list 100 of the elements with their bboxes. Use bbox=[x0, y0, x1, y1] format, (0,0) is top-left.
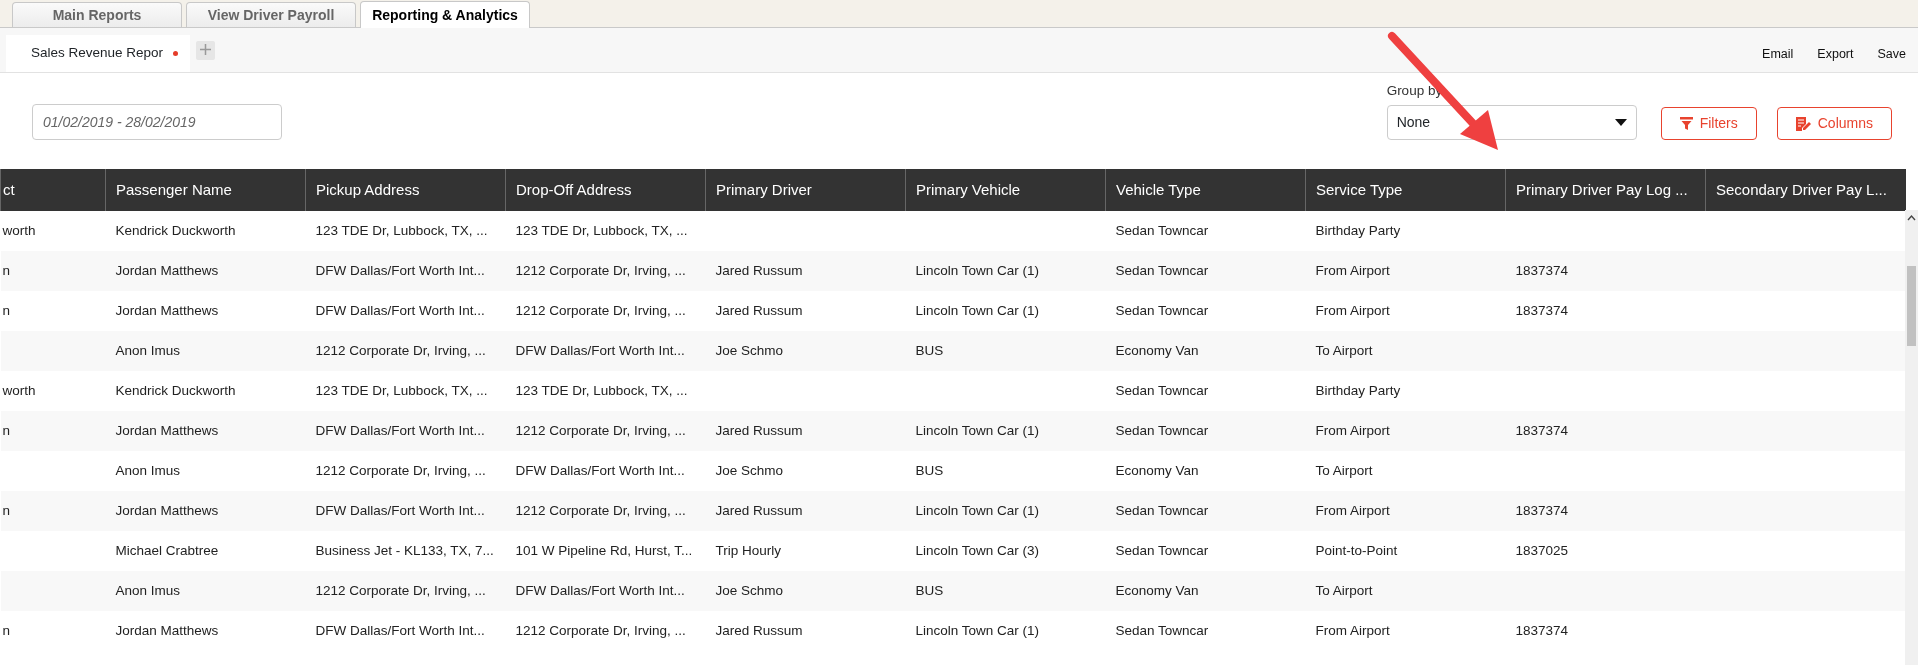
table-cell: DFW Dallas/Fort Worth Int... bbox=[315, 302, 485, 318]
table-cell: Lincoln Town Car (1) bbox=[915, 422, 1040, 438]
tab[interactable]: Reporting & Analytics bbox=[360, 1, 530, 28]
tab[interactable]: Main Reports bbox=[12, 2, 182, 27]
table-cell: Business Jet - KL133, TX, 7... bbox=[315, 542, 494, 558]
column-header[interactable]: Primary Driver bbox=[705, 169, 906, 211]
tab[interactable]: View Driver Payroll bbox=[186, 2, 356, 27]
caret-icon bbox=[1614, 119, 1627, 126]
table-cell: Jared Russum bbox=[715, 422, 803, 438]
column-header[interactable]: Primary Vehicle bbox=[905, 169, 1106, 211]
table-cell: n bbox=[2, 262, 10, 278]
table-cell: Lincoln Town Car (1) bbox=[915, 262, 1040, 278]
table-cell: Kendrick Duckworth bbox=[115, 382, 236, 398]
table-cell: 1837374 bbox=[1515, 622, 1569, 638]
edit-columns-icon bbox=[1795, 116, 1811, 131]
table-cell: Jordan Matthews bbox=[115, 302, 219, 318]
column-header[interactable]: Pickup Address bbox=[305, 169, 506, 211]
table-cell: 1837374 bbox=[1515, 422, 1569, 438]
filters-button[interactable]: Filters bbox=[1660, 107, 1757, 140]
column-header[interactable]: ct bbox=[0, 169, 106, 211]
table-cell: 1212 Corporate Dr, Irving, ... bbox=[315, 462, 486, 478]
table-cell: Lincoln Town Car (1) bbox=[915, 502, 1040, 518]
table-cell: 1212 Corporate Dr, Irving, ... bbox=[515, 622, 686, 638]
table-cell: 1212 Corporate Dr, Irving, ... bbox=[515, 422, 686, 438]
table-cell: 1837025 bbox=[1515, 542, 1569, 558]
table-cell: Birthday Party bbox=[1315, 222, 1401, 238]
table-cell: Jordan Matthews bbox=[115, 262, 219, 278]
table-cell: To Airport bbox=[1315, 462, 1373, 478]
column-header[interactable]: Vehicle Type bbox=[1105, 169, 1306, 211]
column-header[interactable]: Passenger Name bbox=[105, 169, 306, 211]
table-cell: worth bbox=[2, 382, 36, 398]
table-cell: 123 TDE Dr, Lubbock, TX, ... bbox=[515, 382, 688, 398]
table-cell: Sedan Towncar bbox=[1115, 502, 1209, 518]
action-link[interactable]: Save bbox=[1865, 45, 1918, 64]
table-cell: 1837374 bbox=[1515, 302, 1569, 318]
table-cell: Jared Russum bbox=[715, 262, 803, 278]
table-cell: To Airport bbox=[1315, 582, 1373, 598]
table-cell: 1212 Corporate Dr, Irving, ... bbox=[515, 502, 686, 518]
table-cell: Point-to-Point bbox=[1315, 542, 1398, 558]
table-cell: 1212 Corporate Dr, Irving, ... bbox=[515, 302, 686, 318]
table-cell: Jared Russum bbox=[715, 622, 803, 638]
table-cell: 123 TDE Dr, Lubbock, TX, ... bbox=[515, 222, 688, 238]
table-cell: Sedan Towncar bbox=[1115, 262, 1209, 278]
table-cell: DFW Dallas/Fort Worth Int... bbox=[315, 262, 485, 278]
table-cell: Birthday Party bbox=[1315, 382, 1401, 398]
table-cell: Sedan Towncar bbox=[1115, 222, 1209, 238]
date-range-field[interactable]: 01/02/2019 - 28/02/2019 bbox=[32, 104, 282, 140]
table-cell: DFW Dallas/Fort Worth Int... bbox=[515, 342, 685, 358]
action-link[interactable]: Email bbox=[1750, 45, 1806, 64]
table-cell: DFW Dallas/Fort Worth Int... bbox=[315, 622, 485, 638]
table-cell: From Airport bbox=[1315, 622, 1390, 638]
column-header[interactable]: Drop-Off Address bbox=[505, 169, 706, 211]
group-by-select[interactable]: None bbox=[1386, 105, 1637, 140]
columns-button[interactable]: Columns bbox=[1776, 107, 1892, 140]
action-link[interactable]: Export bbox=[1805, 45, 1866, 64]
column-header[interactable]: Service Type bbox=[1305, 169, 1506, 211]
column-header[interactable]: Primary Driver Pay Log ... bbox=[1505, 169, 1706, 211]
table-cell: Joe Schmo bbox=[715, 582, 784, 598]
table-cell: 1212 Corporate Dr, Irving, ... bbox=[515, 262, 686, 278]
table-cell: From Airport bbox=[1315, 422, 1390, 438]
table-cell: DFW Dallas/Fort Worth Int... bbox=[515, 462, 685, 478]
table-cell: 1212 Corporate Dr, Irving, ... bbox=[315, 582, 486, 598]
table-cell: Sedan Towncar bbox=[1115, 302, 1209, 318]
table-cell: 123 TDE Dr, Lubbock, TX, ... bbox=[315, 222, 488, 238]
table-cell: Jordan Matthews bbox=[115, 502, 219, 518]
table-cell: Sedan Towncar bbox=[1115, 382, 1209, 398]
table-cell: 1837374 bbox=[1515, 262, 1569, 278]
table-cell: Anon Imus bbox=[115, 342, 181, 358]
table-cell: To Airport bbox=[1315, 342, 1373, 358]
table-cell: Jordan Matthews bbox=[115, 622, 219, 638]
table-cell: From Airport bbox=[1315, 262, 1390, 278]
table-cell: Jared Russum bbox=[715, 502, 803, 518]
table-cell: DFW Dallas/Fort Worth Int... bbox=[315, 502, 485, 518]
table-cell: Joe Schmo bbox=[715, 462, 784, 478]
table-cell: From Airport bbox=[1315, 502, 1390, 518]
table-cell: DFW Dallas/Fort Worth Int... bbox=[315, 422, 485, 438]
table-cell: 1837374 bbox=[1515, 502, 1569, 518]
table-cell: BUS bbox=[915, 342, 944, 358]
table-cell: Jordan Matthews bbox=[115, 422, 219, 438]
table-cell: Lincoln Town Car (1) bbox=[915, 622, 1040, 638]
table-cell: Sedan Towncar bbox=[1115, 542, 1209, 558]
table-cell: n bbox=[2, 502, 10, 518]
table-cell: 1212 Corporate Dr, Irving, ... bbox=[315, 342, 486, 358]
table-cell: Sedan Towncar bbox=[1115, 422, 1209, 438]
table-cell: Anon Imus bbox=[115, 462, 181, 478]
add-tab-button[interactable] bbox=[196, 41, 216, 60]
table-cell: n bbox=[2, 422, 10, 438]
column-header[interactable]: Secondary Driver Pay L... bbox=[1705, 169, 1906, 211]
report-tab[interactable]: Sales Revenue Repor bbox=[6, 35, 191, 72]
table-cell: DFW Dallas/Fort Worth Int... bbox=[515, 582, 685, 598]
table-cell: 123 TDE Dr, Lubbock, TX, ... bbox=[315, 382, 488, 398]
table-cell: 101 W Pipeline Rd, Hurst, T... bbox=[515, 542, 693, 558]
table-cell: Trip Hourly bbox=[715, 542, 781, 558]
table-cell: Anon Imus bbox=[115, 582, 181, 598]
table-cell: Joe Schmo bbox=[715, 342, 784, 358]
table-cell: worth bbox=[2, 222, 36, 238]
filter-icon bbox=[1679, 117, 1693, 130]
table-cell: n bbox=[2, 302, 10, 318]
table-cell: Jared Russum bbox=[715, 302, 803, 318]
table-cell: BUS bbox=[915, 582, 944, 598]
